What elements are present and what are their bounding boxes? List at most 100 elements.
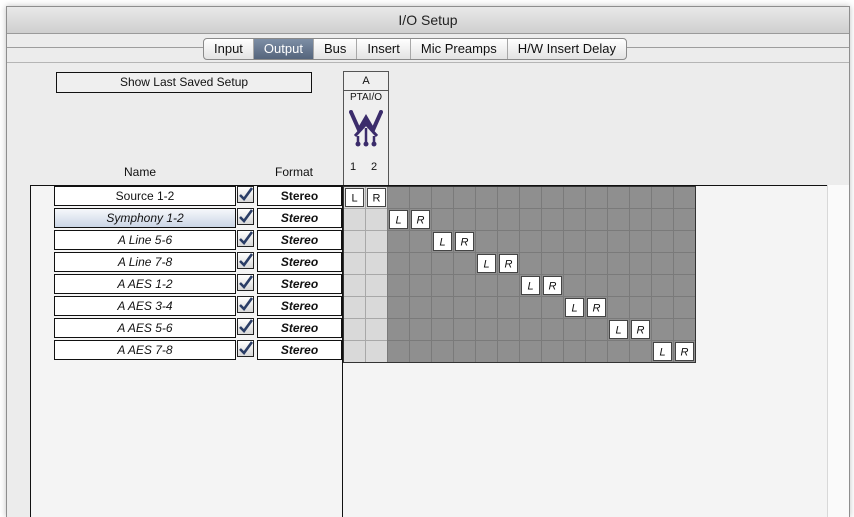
grid-cell[interactable] — [519, 186, 542, 209]
grid-cell[interactable] — [629, 186, 652, 209]
grid-cell[interactable] — [585, 340, 608, 363]
grid-cell[interactable] — [431, 252, 454, 275]
grid-cell[interactable] — [343, 296, 366, 319]
grid-cell[interactable] — [387, 296, 410, 319]
grid-cell[interactable] — [343, 318, 366, 341]
path-format-field[interactable]: Stereo — [257, 340, 342, 360]
grid-cell[interactable] — [585, 252, 608, 275]
grid-cell[interactable] — [563, 252, 586, 275]
grid-cell[interactable] — [387, 274, 410, 297]
grid-cell[interactable] — [585, 274, 608, 297]
grid-cell[interactable] — [475, 318, 498, 341]
tab-insert[interactable]: Insert — [356, 39, 410, 59]
grid-cell[interactable] — [673, 230, 696, 253]
grid-cell[interactable] — [519, 340, 542, 363]
grid-cell[interactable] — [343, 252, 366, 275]
grid-cell[interactable] — [497, 296, 520, 319]
grid-cell[interactable] — [563, 318, 586, 341]
grid-cell[interactable] — [475, 340, 498, 363]
grid-cell[interactable] — [409, 230, 432, 253]
grid-cell[interactable] — [453, 340, 476, 363]
grid-cell[interactable] — [585, 186, 608, 209]
path-name-field[interactable]: Symphony 1-2 — [54, 208, 236, 228]
grid-cell[interactable] — [673, 274, 696, 297]
path-active-checkbox[interactable] — [237, 296, 254, 313]
grid-cell[interactable] — [431, 318, 454, 341]
grid-cell[interactable] — [475, 230, 498, 253]
grid-cell[interactable] — [519, 252, 542, 275]
path-format-field[interactable]: Stereo — [257, 208, 342, 228]
path-name-field[interactable]: A Line 7-8 — [54, 252, 236, 272]
grid-cell[interactable] — [607, 230, 630, 253]
grid-cell[interactable] — [563, 186, 586, 209]
grid-cell[interactable] — [651, 252, 674, 275]
grid-cell[interactable] — [607, 274, 630, 297]
grid-cell[interactable] — [431, 296, 454, 319]
path-active-checkbox[interactable] — [237, 274, 254, 291]
path-format-field[interactable]: Stereo — [257, 252, 342, 272]
grid-cell[interactable] — [453, 274, 476, 297]
vertical-scrollbar[interactable] — [827, 185, 849, 517]
grid-cell[interactable] — [607, 296, 630, 319]
grid-cell[interactable] — [673, 296, 696, 319]
grid-cell[interactable] — [409, 296, 432, 319]
grid-cell[interactable] — [409, 274, 432, 297]
grid-cell[interactable] — [343, 208, 366, 231]
path-format-field[interactable]: Stereo — [257, 274, 342, 294]
path-name-field[interactable]: A AES 7-8 — [54, 340, 236, 360]
grid-cell[interactable] — [563, 274, 586, 297]
grid-cell[interactable] — [585, 230, 608, 253]
grid-cell[interactable] — [629, 208, 652, 231]
grid-cell[interactable] — [651, 230, 674, 253]
grid-cell[interactable] — [541, 208, 564, 231]
grid-cell[interactable] — [365, 296, 388, 319]
grid-cell[interactable] — [607, 186, 630, 209]
grid-cell[interactable] — [585, 208, 608, 231]
tab-mic-preamps[interactable]: Mic Preamps — [409, 39, 507, 59]
grid-cell[interactable] — [409, 186, 432, 209]
path-active-checkbox[interactable] — [237, 186, 254, 203]
grid-cell[interactable] — [651, 274, 674, 297]
path-name-field[interactable]: A AES 3-4 — [54, 296, 236, 316]
path-name-field[interactable]: A Line 5-6 — [54, 230, 236, 250]
grid-cell[interactable] — [673, 252, 696, 275]
grid-cell[interactable] — [497, 318, 520, 341]
grid-cell[interactable] — [497, 208, 520, 231]
path-active-checkbox[interactable] — [237, 230, 254, 247]
grid-cell[interactable] — [475, 186, 498, 209]
tab-input[interactable]: Input — [204, 39, 253, 59]
grid-cell[interactable] — [365, 274, 388, 297]
grid-cell[interactable] — [585, 318, 608, 341]
grid-cell[interactable] — [365, 230, 388, 253]
path-format-field[interactable]: Stereo — [257, 296, 342, 316]
grid-cell[interactable] — [519, 208, 542, 231]
grid-cell[interactable] — [475, 296, 498, 319]
path-name-field[interactable]: A AES 5-6 — [54, 318, 236, 338]
grid-cell[interactable] — [629, 340, 652, 363]
grid-cell[interactable] — [519, 230, 542, 253]
path-format-field[interactable]: Stereo — [257, 318, 342, 338]
path-active-checkbox[interactable] — [237, 252, 254, 269]
grid-cell[interactable] — [541, 186, 564, 209]
grid-cell[interactable] — [651, 296, 674, 319]
grid-cell[interactable] — [475, 274, 498, 297]
grid-cell[interactable] — [431, 340, 454, 363]
grid-cell[interactable] — [343, 274, 366, 297]
grid-cell[interactable] — [651, 208, 674, 231]
grid-cell[interactable] — [387, 230, 410, 253]
grid-cell[interactable] — [453, 208, 476, 231]
grid-cell[interactable] — [541, 296, 564, 319]
grid-cell[interactable] — [365, 252, 388, 275]
grid-cell[interactable] — [497, 340, 520, 363]
grid-cell[interactable] — [365, 340, 388, 363]
grid-cell[interactable] — [453, 252, 476, 275]
grid-cell[interactable] — [673, 318, 696, 341]
grid-cell[interactable] — [651, 186, 674, 209]
grid-cell[interactable] — [365, 208, 388, 231]
grid-cell[interactable] — [607, 340, 630, 363]
grid-cell[interactable] — [541, 340, 564, 363]
grid-cell[interactable] — [629, 230, 652, 253]
path-active-checkbox[interactable] — [237, 318, 254, 335]
grid-cell[interactable] — [431, 208, 454, 231]
tab-output[interactable]: Output — [252, 39, 313, 59]
